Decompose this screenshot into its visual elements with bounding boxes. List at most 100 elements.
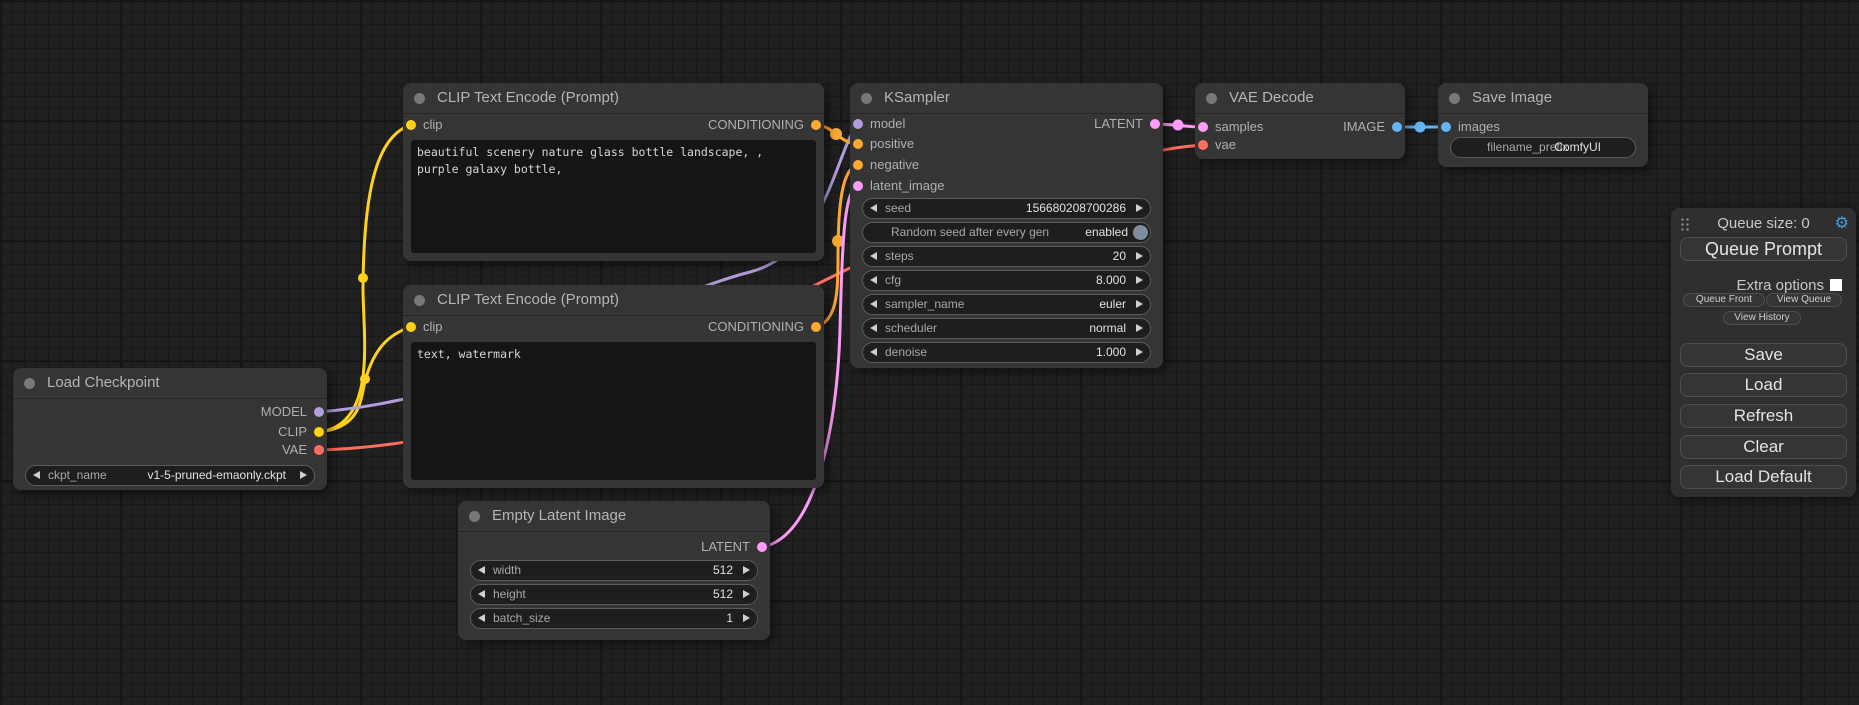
widget-cfg[interactable]: cfg 8.000 <box>862 270 1151 291</box>
decrement-arrow-icon[interactable] <box>870 276 877 284</box>
refresh-button[interactable]: Refresh <box>1680 404 1847 428</box>
port-latent-image-input[interactable] <box>853 181 863 191</box>
node-header[interactable]: CLIP Text Encode (Prompt) <box>403 83 824 114</box>
widget-label: seed <box>885 199 911 218</box>
node-header[interactable]: CLIP Text Encode (Prompt) <box>403 285 824 316</box>
port-images-input[interactable] <box>1441 122 1451 132</box>
decrement-arrow-icon[interactable] <box>870 204 877 212</box>
node-ksampler[interactable]: KSampler model LATENT positive negative … <box>850 83 1163 368</box>
node-header[interactable]: VAE Decode <box>1195 83 1405 114</box>
port-samples-input[interactable] <box>1198 122 1208 132</box>
node-header[interactable]: KSampler <box>850 83 1163 114</box>
decrement-arrow-icon[interactable] <box>478 566 485 574</box>
port-conditioning-output[interactable] <box>811 322 821 332</box>
decrement-arrow-icon[interactable] <box>478 614 485 622</box>
decrement-arrow-icon[interactable] <box>870 348 877 356</box>
widget-seed[interactable]: seed 156680208700286 <box>862 198 1151 219</box>
port-positive-input[interactable] <box>853 139 863 149</box>
load-default-button[interactable]: Load Default <box>1680 465 1847 489</box>
node-title: KSampler <box>884 89 950 106</box>
widget-height[interactable]: height 512 <box>470 584 758 605</box>
prev-arrow-icon[interactable] <box>33 471 40 479</box>
extra-options-checkbox[interactable] <box>1830 279 1842 291</box>
collapse-dot[interactable] <box>1449 93 1460 104</box>
prev-arrow-icon[interactable] <box>870 300 877 308</box>
view-queue-button[interactable]: View Queue <box>1766 293 1842 307</box>
port-conditioning-output[interactable] <box>811 120 821 130</box>
widget-filename-prefix[interactable]: filename_prefix ComfyUI <box>1450 137 1636 158</box>
port-clip-input[interactable] <box>406 120 416 130</box>
port-label-latent: LATENT <box>1094 114 1143 134</box>
decrement-arrow-icon[interactable] <box>478 590 485 598</box>
node-header[interactable]: Empty Latent Image <box>458 501 770 532</box>
node-title: CLIP Text Encode (Prompt) <box>437 89 619 106</box>
next-arrow-icon[interactable] <box>300 471 307 479</box>
port-label-negative: negative <box>870 155 919 175</box>
node-save-image[interactable]: Save Image images filename_prefix ComfyU… <box>1438 83 1648 167</box>
increment-arrow-icon[interactable] <box>1136 204 1143 212</box>
port-vae-input[interactable] <box>1198 140 1208 150</box>
decrement-arrow-icon[interactable] <box>870 252 877 260</box>
node-empty-latent-image[interactable]: Empty Latent Image LATENT width 512 heig… <box>458 501 770 640</box>
widget-label: denoise <box>885 343 927 362</box>
queue-prompt-button[interactable]: Queue Prompt <box>1680 237 1847 261</box>
next-arrow-icon[interactable] <box>1136 300 1143 308</box>
port-image-output[interactable] <box>1392 122 1402 132</box>
gear-icon[interactable]: ⚙ <box>1835 213 1849 233</box>
widget-denoise[interactable]: denoise 1.000 <box>862 342 1151 363</box>
collapse-dot[interactable] <box>24 378 35 389</box>
increment-arrow-icon[interactable] <box>1136 252 1143 260</box>
prompt-textarea[interactable]: beautiful scenery nature glass bottle la… <box>411 140 816 253</box>
collapse-dot[interactable] <box>861 93 872 104</box>
view-history-button[interactable]: View History <box>1723 311 1801 325</box>
widget-value: enabled <box>1085 223 1128 242</box>
load-button[interactable]: Load <box>1680 373 1847 397</box>
port-clip-output[interactable] <box>314 427 324 437</box>
link-dot <box>1173 120 1184 131</box>
port-latent-output[interactable] <box>757 542 767 552</box>
node-clip-text-encode-positive[interactable]: CLIP Text Encode (Prompt) clip CONDITION… <box>403 83 824 261</box>
collapse-dot[interactable] <box>469 511 480 522</box>
node-vae-decode[interactable]: VAE Decode samples IMAGE vae <box>1195 83 1405 159</box>
widget-steps[interactable]: steps 20 <box>862 246 1151 267</box>
collapse-dot[interactable] <box>414 295 425 306</box>
port-model-input[interactable] <box>853 119 863 129</box>
port-label-vae: vae <box>1215 135 1236 155</box>
node-header[interactable]: Load Checkpoint <box>13 368 327 399</box>
queue-panel[interactable]: Queue size: 0 ⚙ Queue Prompt Extra optio… <box>1671 208 1856 497</box>
widget-sampler-name[interactable]: sampler_name euler <box>862 294 1151 315</box>
widget-scheduler[interactable]: scheduler normal <box>862 318 1151 339</box>
collapse-dot[interactable] <box>414 93 425 104</box>
port-clip-input[interactable] <box>406 322 416 332</box>
increment-arrow-icon[interactable] <box>743 590 750 598</box>
queue-front-button[interactable]: Queue Front <box>1683 293 1765 307</box>
widget-label: ckpt_name <box>48 466 107 485</box>
queue-size-label: Queue size: 0 <box>1671 215 1856 232</box>
next-arrow-icon[interactable] <box>1136 348 1143 356</box>
increment-arrow-icon[interactable] <box>743 614 750 622</box>
widget-batch-size[interactable]: batch_size 1 <box>470 608 758 629</box>
toggle-knob[interactable] <box>1133 225 1148 240</box>
node-header[interactable]: Save Image <box>1438 83 1648 114</box>
clear-button[interactable]: Clear <box>1680 435 1847 459</box>
widget-width[interactable]: width 512 <box>470 560 758 581</box>
port-model-output[interactable] <box>314 407 324 417</box>
port-label-model: MODEL <box>261 402 307 422</box>
collapse-dot[interactable] <box>1206 93 1217 104</box>
increment-arrow-icon[interactable] <box>1136 276 1143 284</box>
increment-arrow-icon[interactable] <box>743 566 750 574</box>
widget-ckpt-name[interactable]: ckpt_name v1-5-pruned-emaonly.ckpt <box>25 465 315 486</box>
widget-label: width <box>493 561 521 580</box>
port-label-latent: LATENT <box>701 537 750 557</box>
save-button[interactable]: Save <box>1680 343 1847 367</box>
next-arrow-icon[interactable] <box>1136 324 1143 332</box>
node-clip-text-encode-negative[interactable]: CLIP Text Encode (Prompt) clip CONDITION… <box>403 285 824 488</box>
port-negative-input[interactable] <box>853 160 863 170</box>
node-graph-canvas[interactable]: Load Checkpoint MODEL CLIP VAE ckpt_name… <box>0 0 1859 705</box>
port-vae-output[interactable] <box>314 445 324 455</box>
widget-random-seed-toggle[interactable]: Random seed after every gen enabled <box>862 222 1151 243</box>
port-latent-output[interactable] <box>1150 119 1160 129</box>
prev-arrow-icon[interactable] <box>870 324 877 332</box>
prompt-textarea[interactable]: text, watermark <box>411 342 816 480</box>
node-load-checkpoint[interactable]: Load Checkpoint MODEL CLIP VAE ckpt_name… <box>13 368 327 490</box>
